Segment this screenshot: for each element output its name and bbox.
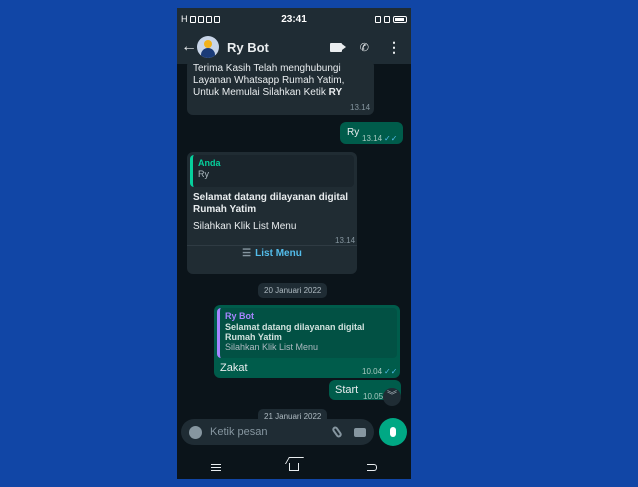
emoji-icon[interactable] [189, 425, 202, 439]
home-icon[interactable] [289, 463, 299, 471]
chat-area[interactable]: Terima Kasih Telah menghubungi Layanan W… [177, 60, 411, 427]
phone-screen: H 23:41 ← Ry Bot ✆ ⋮ Terima Kasih Telah … [177, 8, 411, 479]
message-user-ry: Ry 13.14 ✓✓ [340, 122, 403, 144]
quoted-title: Selamat datang dilayanan digital Rumah Y… [225, 322, 365, 342]
header-actions: ✆ ⋮ [329, 40, 407, 54]
message-text: Ry [347, 127, 360, 138]
message-text: Zakat [220, 362, 248, 374]
chevron-down-icon: ︾ [387, 391, 397, 402]
message-time: 13.14 [350, 103, 371, 112]
mic-icon [390, 427, 396, 437]
double-check-icon: ✓✓ [384, 134, 398, 143]
message-bot-welcome: Terima Kasih Telah menghubungi Layanan W… [187, 60, 374, 115]
quoted-sender: Anda [198, 158, 221, 168]
message-input[interactable]: Ketik pesan [210, 426, 334, 438]
divider [187, 245, 357, 246]
quoted-message[interactable]: Ry Bot Selamat datang dilayanan digital … [217, 308, 397, 358]
list-icon: ☰ [242, 248, 252, 259]
message-bot-menu: Anda Ry Selamat datang dilayanan digital… [187, 152, 357, 274]
message-text: Start [335, 384, 359, 396]
nav-back-icon[interactable] [367, 463, 377, 471]
back-arrow-icon[interactable]: ← [181, 38, 197, 56]
message-time: 13.14 ✓✓ [362, 134, 398, 143]
chat-title[interactable]: Ry Bot [227, 40, 269, 55]
scroll-down-button[interactable]: ︾ [383, 388, 401, 406]
message-user-zakat: Ry Bot Selamat datang dilayanan digital … [214, 305, 400, 378]
message-title: Selamat datang dilayanan digital Rumah Y… [193, 192, 349, 215]
quoted-text: Ry [198, 169, 209, 179]
phone-call-icon[interactable]: ✆ [360, 41, 369, 54]
quoted-text: Silahkan Klik List Menu [225, 342, 319, 352]
recent-apps-icon[interactable] [211, 463, 221, 471]
message-text: Terima Kasih Telah menghubungi Layanan W… [193, 63, 345, 98]
mic-button[interactable] [379, 418, 407, 446]
chat-header: ← Ry Bot ✆ ⋮ [177, 30, 411, 64]
message-time: 10.05 [363, 392, 384, 401]
status-bar: H 23:41 [177, 8, 411, 30]
more-options-icon[interactable]: ⋮ [387, 40, 401, 54]
avatar[interactable] [197, 36, 219, 58]
video-call-icon[interactable] [329, 42, 346, 52]
android-nav-bar [177, 455, 411, 479]
status-time: 23:41 [281, 13, 307, 25]
list-menu-button[interactable]: ☰ List Menu [187, 248, 357, 260]
quoted-sender: Ry Bot [225, 311, 254, 321]
list-menu-label: List Menu [255, 248, 302, 259]
message-time: 10.04 ✓✓ [362, 367, 398, 376]
double-check-icon: ✓✓ [384, 367, 398, 376]
camera-icon[interactable] [354, 427, 366, 437]
message-body: Silahkan Klik List Menu [193, 221, 297, 232]
message-input-bar[interactable]: Ketik pesan [181, 419, 374, 445]
quoted-message[interactable]: Anda Ry [190, 155, 354, 187]
date-chip: 20 Januari 2022 [258, 283, 328, 298]
battery-icon [393, 15, 407, 23]
